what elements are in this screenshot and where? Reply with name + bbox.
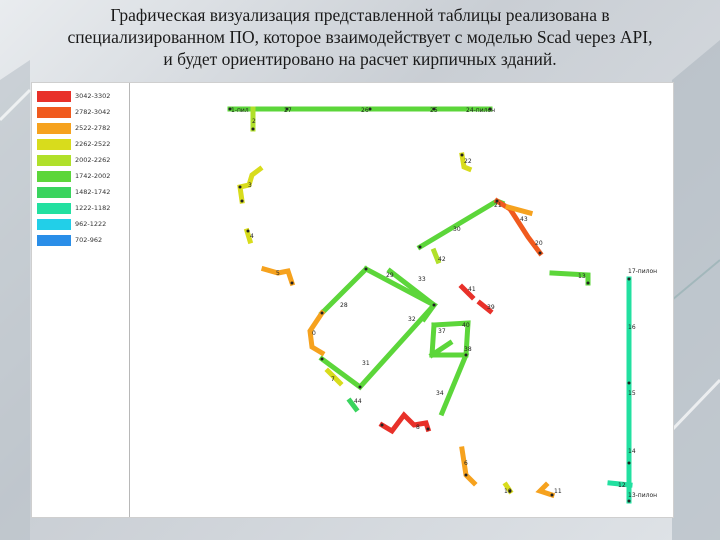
wall-label: 29 bbox=[386, 272, 394, 279]
title-line-3: и будет ориентировано на расчет кирпичны… bbox=[163, 49, 557, 69]
wall-label: 33 bbox=[418, 276, 426, 283]
wall-segment[interactable] bbox=[535, 481, 556, 499]
wall-label: 40 bbox=[462, 322, 470, 329]
wall-segment[interactable] bbox=[416, 198, 506, 251]
wall-label: 6 bbox=[464, 460, 468, 467]
wall-label: 15 bbox=[628, 390, 636, 397]
wall-label: 25 bbox=[430, 107, 438, 114]
wall-label: 27 bbox=[284, 107, 292, 114]
wall-label: 8 bbox=[416, 424, 420, 431]
title-line-2: специализированном ПО, которое взаимодей… bbox=[67, 27, 653, 47]
visualization-panel: 3042-3302 2782-3042 2522-2782 2262-2522 … bbox=[31, 82, 674, 518]
wall-label: 0 bbox=[312, 330, 316, 337]
wall-label: 3 bbox=[248, 182, 252, 189]
wall-label: 13 bbox=[578, 273, 586, 280]
wall-segment[interactable] bbox=[378, 411, 432, 435]
building-walls-map[interactable]: 1-пил 27 26 25 24-пилон 2 22 3 21 43 30 … bbox=[32, 83, 673, 517]
wall-label: 12 bbox=[618, 482, 626, 489]
wall-label: 20 bbox=[535, 240, 543, 247]
wall-label: 21 bbox=[494, 202, 502, 209]
wall-label: 14 bbox=[628, 448, 636, 455]
wall-label: 31 bbox=[362, 360, 370, 367]
wall-label: 28 bbox=[340, 302, 348, 309]
slide-title: Графическая визуализация представленной … bbox=[0, 4, 720, 70]
wall-label: 32 bbox=[408, 316, 416, 323]
wall-label: 38 bbox=[464, 346, 472, 353]
wall-label: 44 bbox=[354, 398, 362, 405]
wall-label: 4 bbox=[250, 233, 254, 240]
title-line-1: Графическая визуализация представленной … bbox=[110, 5, 610, 25]
wall-label: 16 bbox=[628, 324, 636, 331]
wall-label: 2 bbox=[252, 118, 256, 125]
wall-label: 11 bbox=[554, 488, 562, 495]
wall-label: 24-пилон bbox=[466, 107, 495, 114]
wall-label: 7 bbox=[331, 376, 335, 383]
wall-label: 17-пилон bbox=[628, 268, 657, 275]
wall-label: 41 bbox=[468, 286, 476, 293]
wall-label: 42 bbox=[438, 256, 446, 263]
wall-label: 39 bbox=[487, 304, 495, 311]
wall-segment[interactable] bbox=[318, 265, 439, 391]
wall-label: 37 bbox=[438, 328, 446, 335]
wall-label: 22 bbox=[464, 158, 472, 165]
wall-label: 10 bbox=[504, 488, 512, 495]
wall-label: 26 bbox=[361, 107, 369, 114]
wall-segment[interactable] bbox=[438, 351, 470, 417]
wall-label: 30 bbox=[453, 226, 461, 233]
wall-label: 13-пилон bbox=[628, 492, 657, 499]
wall-label: 5 bbox=[276, 270, 280, 277]
wall-label: 43 bbox=[520, 216, 528, 223]
wall-label: 1-пил bbox=[231, 107, 249, 114]
wall-label: 34 bbox=[436, 390, 444, 397]
